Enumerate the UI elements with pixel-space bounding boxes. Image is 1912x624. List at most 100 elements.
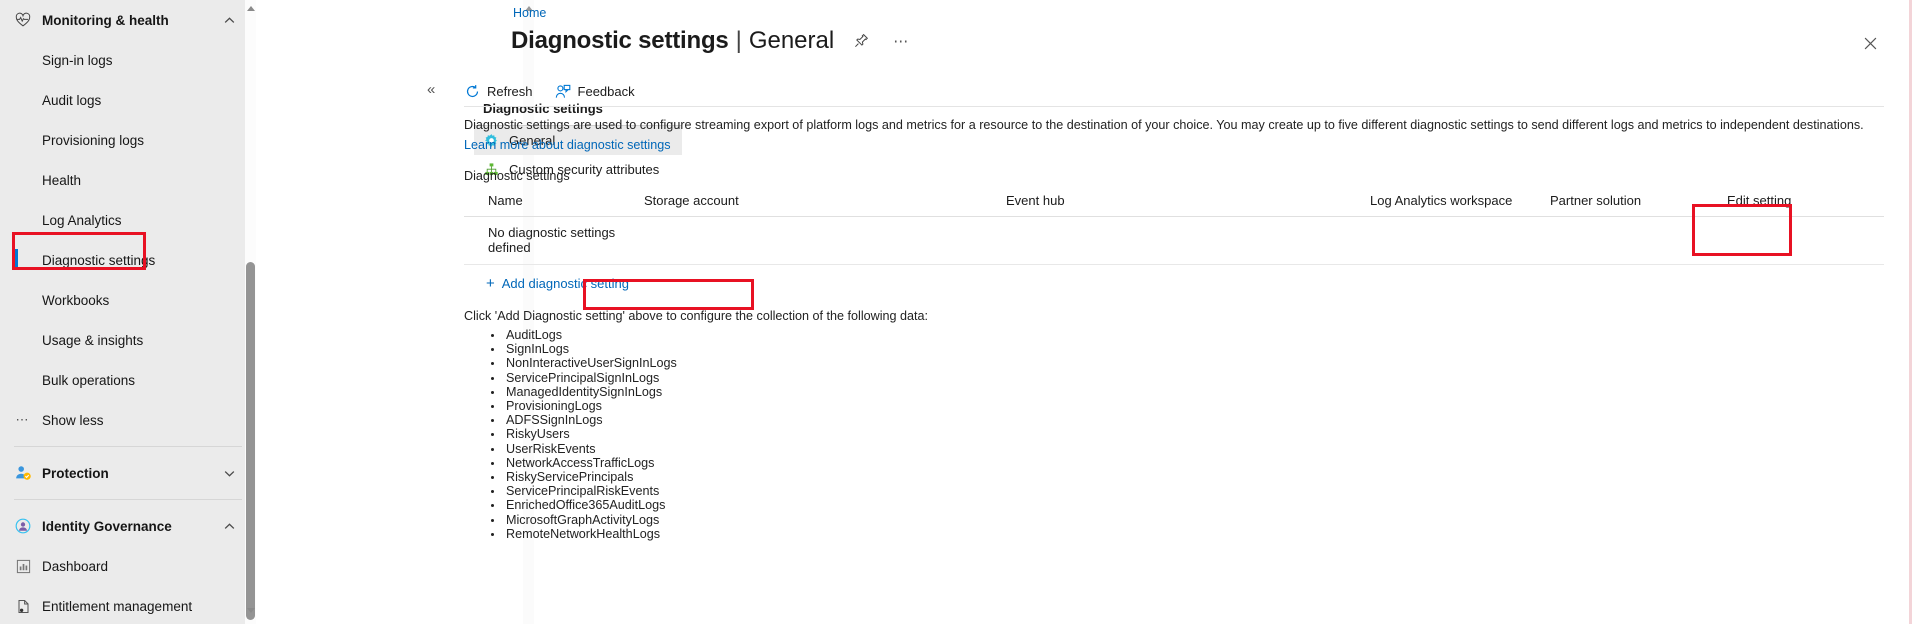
list-item: ServicePrincipalSignInLogs xyxy=(504,371,1884,385)
description-text: Diagnostic settings are used to configur… xyxy=(464,115,1884,155)
list-item: ADFSSignInLogs xyxy=(504,413,1884,427)
sidebar-item-label: Health xyxy=(42,172,82,188)
close-icon[interactable] xyxy=(1857,30,1883,56)
add-diagnostic-setting-button[interactable]: + Add diagnostic setting xyxy=(486,276,629,291)
list-item: UserRiskEvents xyxy=(504,442,1884,456)
sidebar-item-dashboard[interactable]: Dashboard xyxy=(0,546,256,586)
sidebar-group-protection[interactable]: Protection xyxy=(0,453,256,493)
sidebar-item-label: Workbooks xyxy=(42,292,110,308)
sidebar-item-label: Log Analytics xyxy=(42,212,122,228)
sidebar-item-provisioning-logs[interactable]: Provisioning logs xyxy=(0,120,256,160)
list-item: MicrosoftGraphActivityLogs xyxy=(504,513,1884,527)
refresh-button[interactable]: Refresh xyxy=(464,84,533,100)
list-item: NetworkAccessTrafficLogs xyxy=(504,456,1884,470)
learn-more-link[interactable]: Learn more about diagnostic settings xyxy=(464,138,671,152)
page-title-sub: General xyxy=(748,27,835,54)
table-header-edit-setting[interactable]: Edit setting xyxy=(1727,187,1884,217)
plus-icon: + xyxy=(486,275,495,292)
sidebar-group-identity-governance[interactable]: Identity Governance xyxy=(0,506,256,546)
feedback-button[interactable]: Feedback xyxy=(555,84,635,100)
refresh-icon xyxy=(464,84,480,100)
sidebar-scrollbar-thumb[interactable] xyxy=(246,262,255,620)
page-title: Diagnostic settings | General ⋯ xyxy=(511,27,914,55)
document-icon xyxy=(12,597,34,615)
sidebar-item-workbooks[interactable]: Workbooks xyxy=(0,280,256,320)
more-options-icon[interactable]: ⋯ xyxy=(888,28,914,54)
list-item: RemoteNetworkHealthLogs xyxy=(504,527,1884,541)
description-body: Diagnostic settings are used to configur… xyxy=(464,118,1864,132)
governance-icon xyxy=(12,517,34,535)
sidebar-item-sign-in-logs[interactable]: Sign-in logs xyxy=(0,40,256,80)
sidebar-item-label: Provisioning logs xyxy=(42,132,145,148)
click-instruction-text: Click 'Add Diagnostic setting' above to … xyxy=(464,309,929,323)
sidebar-item-bulk-operations[interactable]: Bulk operations xyxy=(0,360,256,400)
page-title-main: Diagnostic settings xyxy=(511,27,729,54)
list-item: SignInLogs xyxy=(504,342,1884,356)
table-header-log-analytics-workspace[interactable]: Log Analytics workspace xyxy=(1370,187,1550,217)
sidebar-divider xyxy=(14,499,242,500)
list-item: ManagedIdentitySignInLogs xyxy=(504,385,1884,399)
table-cell-blank xyxy=(1006,216,1370,265)
page-title-separator: | xyxy=(735,27,742,54)
refresh-button-label: Refresh xyxy=(487,84,533,99)
pin-icon[interactable] xyxy=(848,28,874,54)
table-row-empty: No diagnostic settings defined xyxy=(464,216,1884,265)
user-shield-icon xyxy=(12,464,34,482)
diagnostic-settings-blade: Home Diagnostic settings | General ⋯ Dia… xyxy=(267,0,1912,624)
chevron-up-icon[interactable] xyxy=(218,515,240,537)
sidebar-item-show-less[interactable]: ⋯ Show less xyxy=(0,400,256,440)
table-header-name[interactable]: Name xyxy=(464,187,644,217)
sidebar-item-label: Bulk operations xyxy=(42,372,136,388)
log-categories-list: AuditLogs SignInLogs NonInteractiveUserS… xyxy=(504,328,1884,541)
list-item: EnrichedOffice365AuditLogs xyxy=(504,498,1884,512)
feedback-person-icon xyxy=(555,84,571,100)
sidebar-item-usage-insights[interactable]: Usage & insights xyxy=(0,320,256,360)
sidebar-item-label: Entitlement management xyxy=(42,598,193,614)
portal-root: Monitoring & health Sign-in logs Audit l… xyxy=(0,0,1912,624)
table-cell-empty-message: No diagnostic settings defined xyxy=(464,216,644,265)
table-header-row: Name Storage account Event hub Log Analy… xyxy=(464,187,1884,217)
list-item: AuditLogs xyxy=(504,328,1884,342)
table-header-event-hub[interactable]: Event hub xyxy=(1006,187,1370,217)
table-header-storage-account[interactable]: Storage account xyxy=(644,187,1006,217)
sidebar-item-label: Dashboard xyxy=(42,558,109,574)
sidebar-item-label: Sign-in logs xyxy=(42,52,113,68)
feedback-button-label: Feedback xyxy=(577,84,635,99)
sidebar-item-health[interactable]: Health xyxy=(0,160,256,200)
list-item: ProvisioningLogs xyxy=(504,399,1884,413)
sidebar-group-monitoring-health[interactable]: Monitoring & health xyxy=(0,0,256,40)
sidebar-item-diagnostic-settings[interactable]: Diagnostic settings xyxy=(0,240,256,280)
main-content: Diagnostic settings are used to configur… xyxy=(464,115,1884,541)
sidebar-item-entitlement-management[interactable]: Entitlement management xyxy=(0,586,256,624)
sidebar-item-label: Show less xyxy=(42,412,104,428)
scroll-up-arrow-icon[interactable] xyxy=(247,6,255,11)
chevron-double-left-icon[interactable]: « xyxy=(427,81,435,98)
sidebar-item-label: Usage & insights xyxy=(42,332,144,348)
command-bar-divider xyxy=(464,106,1884,107)
sidebar-item-log-analytics[interactable]: Log Analytics xyxy=(0,200,256,240)
chart-icon xyxy=(12,557,34,575)
sidebar-divider xyxy=(14,446,242,447)
table-cell-blank xyxy=(644,216,1006,265)
sidebar-item-label: Diagnostic settings xyxy=(42,252,156,268)
list-item: RiskyUsers xyxy=(504,427,1884,441)
list-item: ServicePrincipalRiskEvents xyxy=(504,484,1884,498)
breadcrumb-home[interactable]: Home xyxy=(513,6,546,20)
sidebar-item-label: Identity Governance xyxy=(42,518,172,534)
scroll-down-arrow-icon[interactable] xyxy=(247,608,255,613)
section-label-diagnostic-settings: Diagnostic settings xyxy=(464,169,570,183)
list-item: NonInteractiveUserSignInLogs xyxy=(504,356,1884,370)
table-cell-blank xyxy=(1550,216,1727,265)
table-header-partner-solution[interactable]: Partner solution xyxy=(1550,187,1727,217)
heart-pulse-icon xyxy=(12,11,34,29)
list-item: RiskyServicePrincipals xyxy=(504,470,1884,484)
chevron-down-icon[interactable] xyxy=(218,462,240,484)
portal-sidebar: Monitoring & health Sign-in logs Audit l… xyxy=(0,0,256,624)
ellipsis-icon: ⋯ xyxy=(15,412,31,427)
command-bar: Refresh Feedback xyxy=(464,78,635,105)
table-cell-blank xyxy=(1727,216,1884,265)
chevron-up-icon[interactable] xyxy=(218,9,240,31)
sidebar-item-label: Monitoring & health xyxy=(42,12,169,28)
sidebar-item-audit-logs[interactable]: Audit logs xyxy=(0,80,256,120)
sidebar-item-label: Protection xyxy=(42,465,109,481)
